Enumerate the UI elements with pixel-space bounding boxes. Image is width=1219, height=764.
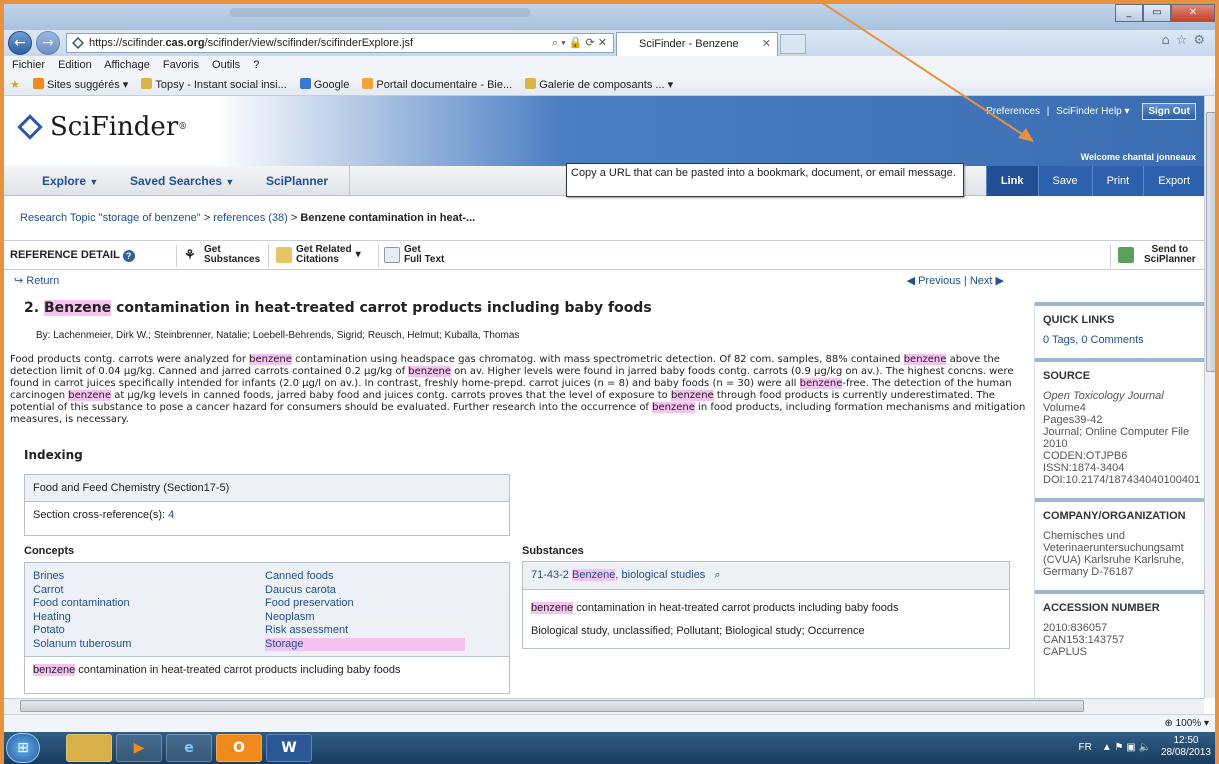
annotation-frame — [0, 0, 1219, 764]
link-tooltip: Copy a URL that can be pasted into a boo… — [566, 163, 964, 197]
